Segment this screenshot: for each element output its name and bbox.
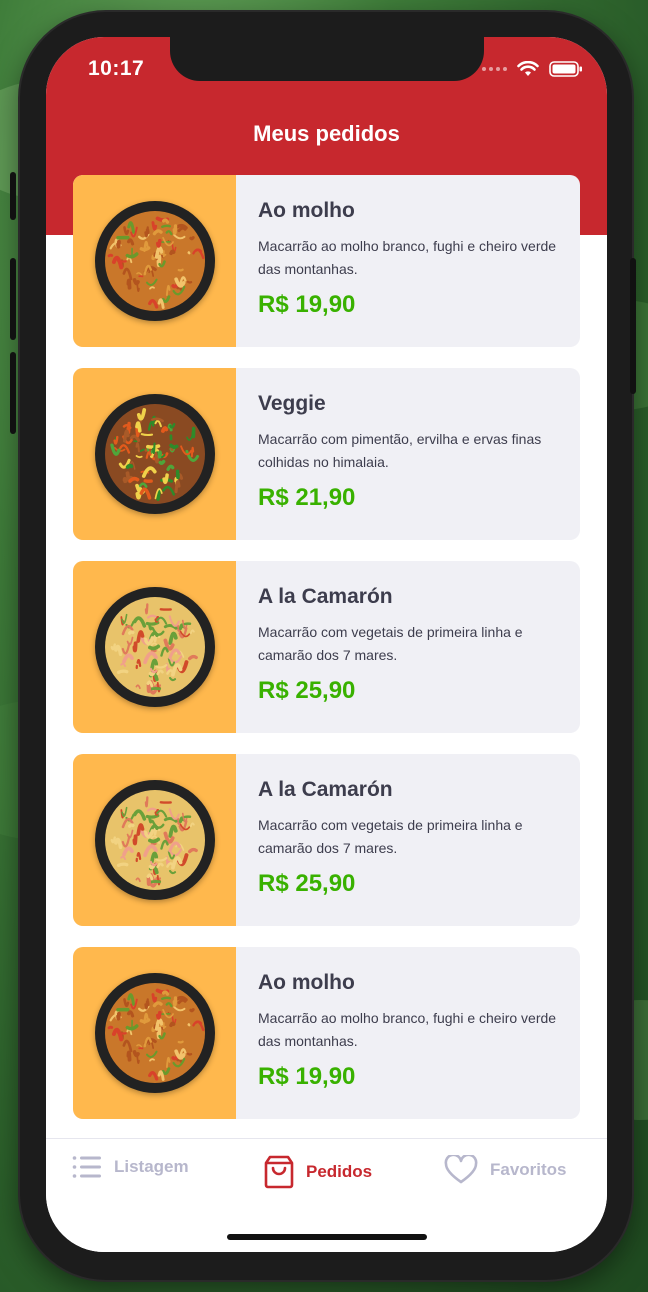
dish-description: Macarrão com vegetais de primeira linha … <box>258 817 523 856</box>
notch <box>170 37 484 81</box>
page-title: Meus pedidos <box>253 121 400 146</box>
dish-name: Ao molho <box>258 971 355 994</box>
dish-image-container <box>73 947 236 1119</box>
pasta-molho-image <box>94 201 215 321</box>
tab-pedidos[interactable]: Pedidos <box>264 1155 372 1189</box>
dish-image-container <box>73 754 236 926</box>
order-card[interactable]: A la Camarón Macarrão com vegetais de pr… <box>73 754 580 926</box>
order-card[interactable]: A la Camarón Macarrão com vegetais de pr… <box>73 561 580 733</box>
tab-favoritos[interactable]: Favoritos <box>444 1155 567 1185</box>
dish-description: Macarrão com vegetais de primeira linha … <box>258 624 523 663</box>
dish-name: A la Camarón <box>258 778 393 801</box>
dish-price: R$ 25,90 <box>258 870 356 897</box>
heart-icon <box>444 1155 478 1184</box>
dish-name: Ao molho <box>258 199 355 222</box>
order-card-body: Veggie Macarrão com pimentão, ervilha e … <box>236 368 580 540</box>
tab-label: Listagem <box>114 1157 189 1176</box>
tab-listagem[interactable]: Listagem <box>72 1155 189 1179</box>
pasta-molho-image <box>94 973 215 1093</box>
pasta-camarao-image <box>94 587 215 707</box>
dish-description: Macarrão ao molho branco, fughi e cheiro… <box>258 1010 557 1049</box>
home-indicator <box>227 1234 427 1240</box>
dish-name: Veggie <box>258 392 326 415</box>
list-icon <box>72 1156 101 1178</box>
order-card[interactable]: Ao molho Macarrão ao molho branco, fughi… <box>73 175 580 347</box>
dish-price: R$ 21,90 <box>258 484 356 511</box>
status-time: 10:17 <box>88 57 145 80</box>
dish-price: R$ 19,90 <box>258 1063 356 1090</box>
orders-list: Ao molho Macarrão ao molho branco, fughi… <box>73 175 580 1140</box>
dish-price: R$ 19,90 <box>258 291 356 318</box>
dish-description: Macarrão ao molho branco, fughi e cheiro… <box>258 238 557 277</box>
battery-icon <box>549 61 582 77</box>
app-screen: 10:17 Meus pedidos Ao molho Macarrão ao … <box>46 37 607 1252</box>
status-icons <box>482 61 583 77</box>
dish-price: R$ 25,90 <box>258 677 356 704</box>
dish-image-container <box>73 561 236 733</box>
order-card-body: A la Camarón Macarrão com vegetais de pr… <box>236 561 580 733</box>
tab-label: Pedidos <box>306 1162 373 1181</box>
order-card-body: Ao molho Macarrão ao molho branco, fughi… <box>236 947 580 1119</box>
order-card[interactable]: Ao molho Macarrão ao molho branco, fughi… <box>73 947 580 1119</box>
dish-image-container <box>73 368 236 540</box>
order-card-body: Ao molho Macarrão ao molho branco, fughi… <box>236 175 580 347</box>
order-card-body: A la Camarón Macarrão com vegetais de pr… <box>236 754 580 926</box>
dish-name: A la Camarón <box>258 585 393 608</box>
dish-description: Macarrão com pimentão, ervilha e ervas f… <box>258 431 542 470</box>
dish-image-container <box>73 175 236 347</box>
shopping-bag-icon <box>264 1155 294 1189</box>
pasta-veggie-image <box>94 394 215 514</box>
order-card[interactable]: Veggie Macarrão com pimentão, ervilha e … <box>73 368 580 540</box>
wifi-icon <box>517 61 539 76</box>
cellular-signal-icon <box>482 67 507 71</box>
tab-label: Favoritos <box>490 1160 567 1179</box>
pasta-camarao-image <box>94 780 215 900</box>
